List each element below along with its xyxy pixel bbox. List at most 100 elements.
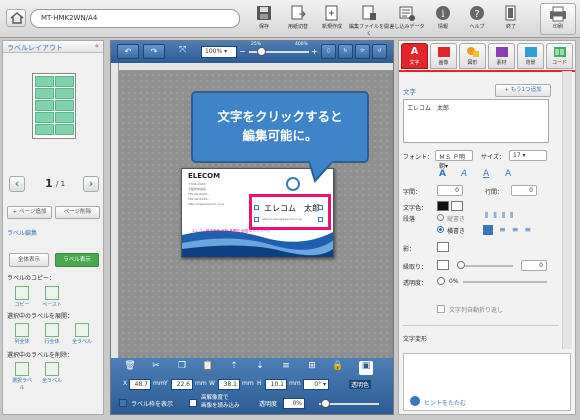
text-color-swatch[interactable] — [437, 201, 449, 211]
zoom-select[interactable]: 100% ▾ — [201, 46, 237, 58]
tab-text[interactable]: A 文字 — [401, 43, 428, 69]
rotate-input[interactable]: 0° ▾ — [303, 379, 329, 390]
delete-selected-button[interactable]: 選択ラベル — [11, 362, 33, 391]
transparency-color-button[interactable]: 透明色 — [349, 380, 372, 389]
char-spacing-input[interactable]: 0 — [437, 185, 463, 196]
bold-icon[interactable]: A — [439, 169, 446, 179]
zoom-out-icon[interactable]: − — [239, 47, 246, 56]
outline-slider-track[interactable] — [457, 265, 513, 267]
resize-handle[interactable] — [254, 217, 259, 222]
w-input[interactable]: 38.1 — [218, 379, 240, 390]
align-icons[interactable]: ≡≡≡ — [499, 225, 537, 234]
outline-input[interactable]: 0 — [521, 260, 547, 271]
info-button[interactable]: i 情報 — [426, 3, 460, 36]
trash-icon[interactable]: 🗑 — [123, 361, 137, 375]
fit-object-icon[interactable]: ⊞ — [305, 361, 319, 375]
rotate-270-button[interactable]: ↺ — [372, 44, 387, 59]
vertical-radio[interactable] — [437, 214, 444, 221]
tab-image[interactable]: 画像 — [430, 43, 457, 69]
lock-icon[interactable]: 🔒 — [331, 361, 345, 375]
merge-data-button[interactable]: 差し込みデータ — [389, 3, 425, 36]
outline-color-swatch[interactable] — [437, 260, 449, 270]
bring-front-icon[interactable]: ⇡ — [227, 361, 241, 375]
resize-handle[interactable] — [318, 217, 323, 222]
outline-slider-knob[interactable] — [457, 261, 465, 269]
layout-thumbnail[interactable] — [32, 73, 76, 139]
prev-page-button[interactable]: ‹ — [9, 176, 25, 192]
horizontal-radio[interactable] — [437, 226, 444, 233]
collapse-icon[interactable]: « — [95, 42, 99, 50]
resize-handle[interactable] — [254, 205, 259, 210]
opacity-slider-knob[interactable] — [321, 399, 330, 408]
card-company[interactable]: ELECOM — [188, 172, 220, 180]
transparency-slider-knob[interactable] — [437, 277, 445, 285]
copy-icon[interactable]: ❐ — [175, 361, 189, 375]
name-text-selection[interactable]: エレコム 太郎 elecom.taro@elecom.co.jp — [249, 194, 331, 230]
fit-icon[interactable]: ⤧ — [179, 45, 186, 55]
expand-column-button[interactable]: 列全体 — [11, 323, 33, 345]
cut-icon[interactable]: ✂ — [149, 361, 163, 375]
transparency-slider-track[interactable] — [463, 281, 547, 283]
rotate-page-button[interactable]: ▯ — [321, 44, 336, 59]
copy-button[interactable]: コピー — [11, 286, 33, 308]
card-line[interactable]: TEL 06-6229-... — [188, 192, 211, 196]
paper-switch-button[interactable]: 用紙切替 — [281, 3, 315, 36]
card-line[interactable]: 大阪市中央区... — [188, 187, 209, 191]
card-line[interactable]: FAX 06-6229-... — [188, 197, 211, 201]
email-text[interactable]: elecom.taro@elecom.co.jp — [262, 217, 302, 221]
shadow-style-icon[interactable]: A — [505, 169, 511, 179]
show-label-button[interactable]: ラベル表示 — [55, 253, 99, 267]
autowrap-checkbox[interactable] — [437, 305, 445, 313]
align-left-icon[interactable] — [483, 225, 493, 235]
redo-button[interactable]: ↷ — [143, 44, 165, 59]
line-spacing-input[interactable]: 0 — [511, 185, 537, 196]
rotate-90-button[interactable]: ↻ — [338, 44, 353, 59]
y-input[interactable]: 22.6 — [171, 379, 193, 390]
hint-collapse-link[interactable]: ヒントをたたむ — [424, 398, 466, 407]
rotate-180-button[interactable]: ⟳ — [355, 44, 370, 59]
zoom-slider-knob[interactable] — [257, 47, 266, 56]
expand-all-button[interactable]: 全ラベル — [71, 323, 93, 345]
group-icon[interactable]: ▣ — [359, 361, 373, 375]
right-scrollbar[interactable] — [562, 71, 572, 349]
print-button[interactable]: 印刷 — [540, 3, 576, 35]
italic-icon[interactable]: A — [461, 169, 467, 179]
h-input[interactable]: 10.1 — [265, 379, 287, 390]
resize-handle[interactable] — [318, 205, 323, 210]
opacity-input[interactable]: 0% — [283, 398, 305, 409]
shadow-color-swatch[interactable] — [437, 242, 449, 252]
show-all-button[interactable]: 全体表示 — [9, 253, 49, 267]
next-page-button[interactable]: › — [83, 176, 99, 192]
expand-row-button[interactable]: 行全体 — [41, 323, 63, 345]
font-select[interactable]: ＭＳ Ｐ明朝▾ — [435, 150, 473, 170]
hires-checkbox[interactable] — [189, 399, 197, 407]
undo-button[interactable]: ↶ — [117, 44, 139, 59]
x-input[interactable]: 48.7 — [129, 379, 151, 390]
text-color-alt-swatch[interactable] — [451, 201, 463, 211]
card-line[interactable]: http://www.elecom.co.jp — [188, 202, 224, 206]
show-frame-checkbox[interactable] — [119, 399, 127, 407]
zoom-in-icon[interactable]: + — [311, 47, 318, 56]
delete-all-button[interactable]: 全ラベル — [41, 362, 63, 384]
save-button[interactable]: 保存 — [247, 3, 281, 36]
underline-icon[interactable]: A — [483, 169, 489, 179]
home-button[interactable] — [6, 9, 26, 27]
tab-material[interactable]: 素材 — [488, 43, 515, 69]
tab-code[interactable]: コード — [546, 43, 573, 69]
size-select[interactable]: 17 ▾ — [509, 150, 547, 161]
tab-background[interactable]: 背景 — [517, 43, 544, 69]
align-icon[interactable]: ≡ — [279, 361, 293, 375]
text-input[interactable]: エレコム 太郎 — [403, 99, 549, 143]
delete-page-button[interactable]: ページ削除 — [55, 206, 100, 219]
exit-button[interactable]: 終了 — [494, 3, 528, 36]
name-text[interactable]: エレコム 太郎 — [264, 203, 320, 214]
add-text-button[interactable]: + もう1つ追加 — [495, 84, 551, 97]
card-line[interactable]: 〒541-0043 — [188, 182, 205, 186]
paste-icon[interactable]: 📋 — [201, 361, 215, 375]
open-file-button[interactable]: 編集ファイルを開く — [349, 3, 389, 37]
new-file-button[interactable]: 新規作成 — [315, 3, 349, 36]
help-button[interactable]: ? ヘルプ — [460, 3, 494, 36]
rotate-handle-icon[interactable] — [286, 177, 300, 191]
paste-button[interactable]: ペースト — [41, 286, 63, 308]
add-page-button[interactable]: + ページ追加 — [7, 206, 52, 219]
